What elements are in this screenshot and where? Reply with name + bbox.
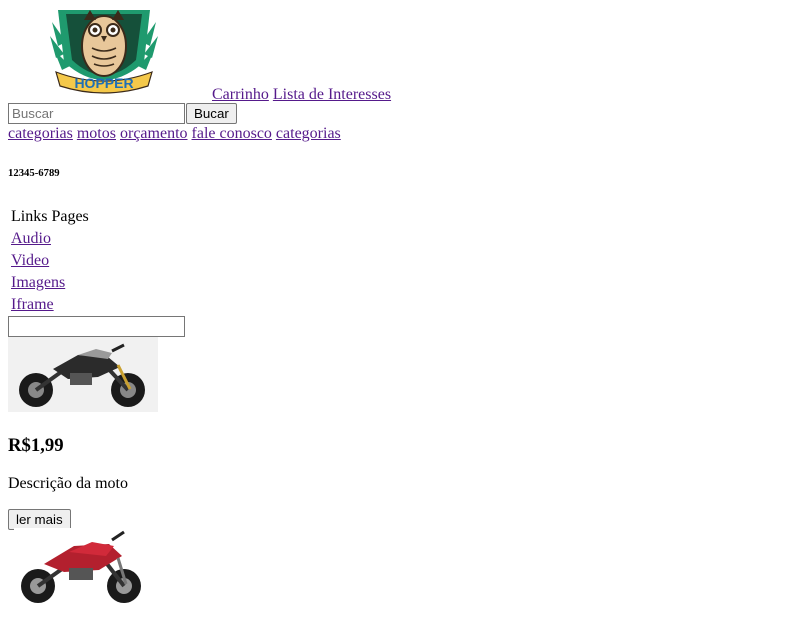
motorcycle-black-image (8, 337, 158, 412)
page-link-imagens[interactable]: Imagens (11, 274, 65, 291)
motorcycle-red-image (14, 528, 160, 608)
pages-list: Links Pages Audio Video Imagens Iframe (11, 206, 89, 316)
nav-item-motos[interactable]: motos (77, 125, 116, 142)
read-more-button[interactable]: ler mais (8, 509, 71, 530)
search-bar: Bucar (8, 103, 237, 124)
owl-logo-icon: HOPPER (50, 10, 158, 94)
page-link-video[interactable]: Video (11, 252, 49, 269)
wishlist-link[interactable]: Lista de Interesses (273, 86, 391, 103)
search-button[interactable]: Bucar (186, 103, 237, 124)
main-nav: categorias motos orçamento fale conosco … (8, 124, 341, 143)
phone-number: 12345-6789 (8, 167, 60, 179)
nav-item-fale-conosco[interactable]: fale conosco (192, 125, 272, 142)
page-link-audio[interactable]: Audio (11, 230, 51, 247)
product-description: Descrição da moto (8, 475, 128, 492)
page-link-iframe[interactable]: Iframe (11, 296, 54, 313)
logo-text: HOPPER (74, 75, 133, 91)
search-input[interactable] (8, 103, 185, 124)
text-field[interactable] (8, 316, 185, 337)
nav-item-categorias[interactable]: categorias (8, 125, 73, 142)
pages-title: Links Pages (11, 208, 89, 225)
header-links: Carrinho Lista de Interesses (212, 85, 391, 104)
product-price: R$1,99 (8, 435, 64, 456)
nav-item-categorias-2[interactable]: categorias (276, 125, 341, 142)
cart-link[interactable]: Carrinho (212, 86, 269, 103)
nav-item-orcamento[interactable]: orçamento (120, 125, 188, 142)
